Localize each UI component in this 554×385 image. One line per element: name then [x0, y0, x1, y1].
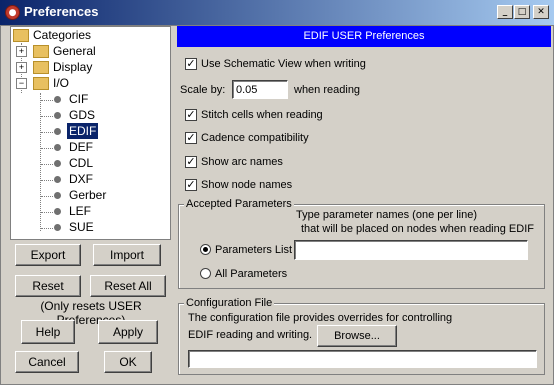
- tree-item-label: General: [53, 44, 96, 58]
- configuration-file-title: Configuration File: [184, 297, 275, 309]
- accepted-parameters-title: Accepted Parameters: [184, 198, 294, 210]
- all-parameters-radio[interactable]: [200, 268, 211, 279]
- tree-item-label: DEF: [69, 140, 93, 154]
- leaf-icon: [54, 96, 61, 103]
- tree-item-label: CDL: [69, 156, 94, 170]
- expand-icon[interactable]: +: [16, 62, 27, 73]
- leaf-icon: [54, 144, 61, 151]
- leaf-icon: [54, 192, 61, 199]
- reset-button[interactable]: Reset: [15, 275, 81, 297]
- leaf-icon: [54, 208, 61, 215]
- folder-icon: [13, 29, 29, 42]
- arc-names-checkbox[interactable]: ✓: [185, 156, 197, 168]
- window-title: Preferences: [24, 4, 99, 19]
- use-schematic-label: Use Schematic View when writing: [201, 58, 366, 70]
- tree-root-label: Categories: [33, 28, 92, 42]
- accepted-desc-line2: that will be placed on nodes when readin…: [301, 223, 534, 235]
- arc-names-label: Show arc names: [201, 156, 283, 168]
- tree-item-label: CIF: [69, 92, 89, 106]
- cadence-label: Cadence compatibility: [201, 132, 309, 144]
- tree-item-label: GDS: [69, 108, 96, 122]
- parameters-list-radio[interactable]: [200, 244, 211, 255]
- stitch-checkbox[interactable]: ✓: [185, 109, 197, 121]
- config-path-input[interactable]: [188, 350, 537, 368]
- leaf-icon: [54, 128, 61, 135]
- config-desc-line1: The configuration file provides override…: [188, 312, 453, 324]
- browse-button[interactable]: Browse...: [317, 325, 397, 347]
- expand-icon[interactable]: +: [16, 46, 27, 57]
- parameters-list-label: Parameters List: [215, 244, 293, 256]
- reset-all-button[interactable]: Reset All: [90, 275, 166, 297]
- tree-item-label: SUE: [69, 220, 94, 234]
- close-button[interactable]: ✕: [533, 5, 549, 19]
- tree-item-label: I/O: [53, 76, 70, 90]
- use-schematic-checkbox[interactable]: ✓: [185, 58, 197, 70]
- panel-header: EDIF USER Preferences: [177, 26, 551, 47]
- cadence-checkbox[interactable]: ✓: [185, 132, 197, 144]
- open-folder-icon: [33, 77, 49, 90]
- scale-input[interactable]: [232, 80, 288, 99]
- leaf-icon: [54, 176, 61, 183]
- category-tree[interactable]: Categories + General + Display − I/O CIF…: [10, 26, 171, 240]
- folder-icon: [33, 45, 49, 58]
- tree-item-label: Gerber: [69, 188, 107, 202]
- cancel-button[interactable]: Cancel: [15, 351, 79, 373]
- app-icon[interactable]: ●: [5, 5, 20, 20]
- export-button[interactable]: Export: [15, 244, 81, 266]
- maximize-button[interactable]: □: [514, 5, 530, 19]
- all-parameters-label: All Parameters: [215, 268, 288, 280]
- node-names-checkbox[interactable]: ✓: [185, 179, 197, 191]
- apply-button[interactable]: Apply: [98, 320, 158, 344]
- tree-connector: [40, 93, 41, 231]
- help-button[interactable]: Help: [21, 320, 75, 344]
- leaf-icon: [54, 112, 61, 119]
- leaf-icon: [54, 224, 61, 231]
- collapse-icon[interactable]: −: [16, 78, 27, 89]
- parameters-list-input[interactable]: [294, 240, 528, 260]
- config-desc-line2: EDIF reading and writing.: [188, 329, 313, 341]
- scale-label: Scale by:: [180, 84, 226, 96]
- tree-item-label: DXF: [69, 172, 93, 186]
- tree-item-label: LEF: [69, 204, 92, 218]
- import-button[interactable]: Import: [93, 244, 161, 266]
- scale-suffix: when reading: [294, 84, 361, 96]
- ok-button[interactable]: OK: [104, 351, 152, 373]
- accepted-desc-line1: Type parameter names (one per line): [296, 209, 477, 221]
- tree-item-label-selected: EDIF: [67, 123, 99, 139]
- leaf-icon: [54, 160, 61, 167]
- tree-item-label: Display: [53, 60, 93, 74]
- minimize-button[interactable]: _: [497, 5, 513, 19]
- stitch-label: Stitch cells when reading: [201, 109, 323, 121]
- node-names-label: Show node names: [201, 179, 293, 191]
- folder-icon: [33, 61, 49, 74]
